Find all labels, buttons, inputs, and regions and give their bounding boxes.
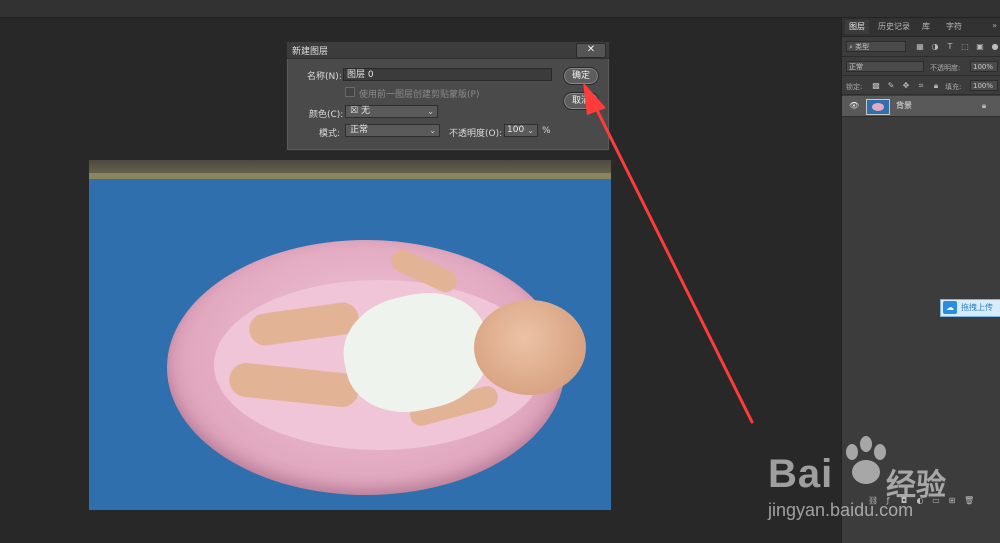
watermark-url: jingyan.baidu.com (768, 500, 914, 520)
lock-position-icon[interactable]: ✥ (902, 82, 910, 90)
tab-layers[interactable]: 图层 (845, 20, 869, 34)
lock-pixels-icon[interactable]: ✎ (887, 82, 895, 90)
dialog-title: 新建图层 (292, 47, 329, 57)
eye-icon[interactable]: 👁︎ (849, 102, 859, 110)
panel-opacity-input[interactable]: 100% (970, 61, 998, 72)
tab-library[interactable]: 库 (922, 20, 930, 34)
blend-row: 正常 不透明度: 100% (842, 58, 1000, 76)
blend-mode-select[interactable]: 正常 (846, 61, 924, 72)
chevron-down-icon: ⌄ (429, 126, 436, 135)
name-label: 名称(N): (307, 72, 342, 82)
fill-label: 填充: (945, 83, 962, 91)
fill-input[interactable]: 100% (970, 80, 998, 91)
mode-select-value: 正常 (350, 125, 369, 135)
opacity-input[interactable]: 100 ⌄ (504, 124, 538, 137)
lock-row: 锁定: ▩ ✎ ✥ ⌗ 🔒︎ 填充: 100% (842, 77, 1000, 95)
lock-transparent-icon[interactable]: ▩ (872, 82, 880, 90)
type-filter-icon[interactable]: T (946, 43, 954, 51)
baby-head (474, 300, 586, 395)
cancel-button[interactable]: 取消 (563, 92, 599, 110)
mode-select[interactable]: 正常 ⌄ (345, 124, 440, 137)
new-layer-dialog: 新建图层 ✕ 名称(N): 图层 0 使用前一图层创建剪贴蒙版(P) 颜色(C)… (286, 41, 610, 151)
panel-tabs: 图层 历史记录 库 字符 » (842, 18, 1000, 37)
clip-mask-label: 使用前一图层创建剪贴蒙版(P) (359, 90, 480, 100)
shape-filter-icon[interactable]: ⬚ (961, 43, 969, 51)
color-select[interactable]: ☒ 无 ⌄ (345, 105, 438, 118)
kind-filter-value: 类型 (855, 43, 870, 51)
chevron-down-icon: ⌄ (527, 126, 534, 135)
kind-filter-select[interactable]: ⌕ 类型 (846, 41, 906, 52)
watermark-brand-cn: 经验 (886, 468, 946, 503)
layer-thumbnail (866, 99, 890, 115)
upload-badge[interactable]: ☁ 拖拽上传 (940, 299, 1000, 317)
opacity-unit: % (542, 126, 551, 136)
lock-icon: 🔒︎ (981, 101, 987, 110)
canvas-photo[interactable] (89, 160, 611, 510)
lock-all-icon[interactable]: 🔒︎ (932, 82, 940, 90)
filter-row: ⌕ 类型 ▦ ◑ T ⬚ ▣ ● (842, 38, 1000, 57)
tab-character[interactable]: 字符 (946, 20, 962, 34)
panel-opacity-label: 不透明度: (930, 64, 961, 72)
opacity-value: 100 (507, 125, 525, 135)
adjustment-filter-icon[interactable]: ◑ (931, 43, 939, 51)
tab-history[interactable]: 历史记录 (878, 20, 910, 34)
panel-collapse-icon[interactable]: » (992, 21, 997, 30)
photo-band (89, 173, 611, 179)
color-swatch-icon: ☒ (350, 106, 359, 116)
watermark-brand: Bai (768, 452, 834, 496)
baidu-watermark: Bai 经验 jingyan.baidu.com (768, 436, 993, 520)
clip-mask-checkbox[interactable] (345, 87, 355, 97)
cloud-icon: ☁ (943, 301, 957, 314)
options-bar (0, 0, 1000, 18)
dialog-titlebar[interactable]: 新建图层 ✕ (287, 42, 609, 59)
search-icon: ⌕ (849, 43, 853, 51)
filter-toggle-icon[interactable]: ● (991, 43, 999, 51)
color-select-value: 无 (360, 106, 370, 116)
upload-label: 拖拽上传 (961, 303, 993, 312)
lock-label: 锁定: (846, 83, 863, 91)
pixel-filter-icon[interactable]: ▦ (916, 43, 924, 51)
color-label: 颜色(C): (309, 110, 344, 120)
ok-button[interactable]: 确定 (563, 67, 599, 85)
smart-object-filter-icon[interactable]: ▣ (976, 43, 984, 51)
layer-row-background[interactable]: 👁︎ 背景 🔒︎ (842, 96, 1000, 117)
close-icon[interactable]: ✕ (576, 43, 606, 58)
chevron-down-icon: ⌄ (427, 107, 434, 116)
arrow-shaft (592, 102, 754, 424)
layer-name-input[interactable]: 图层 0 (343, 68, 552, 81)
mode-label: 模式: (319, 129, 341, 139)
opacity-label: 不透明度(O): (449, 129, 503, 139)
lock-artboard-icon[interactable]: ⌗ (917, 82, 925, 90)
layer-name: 背景 (896, 101, 912, 110)
